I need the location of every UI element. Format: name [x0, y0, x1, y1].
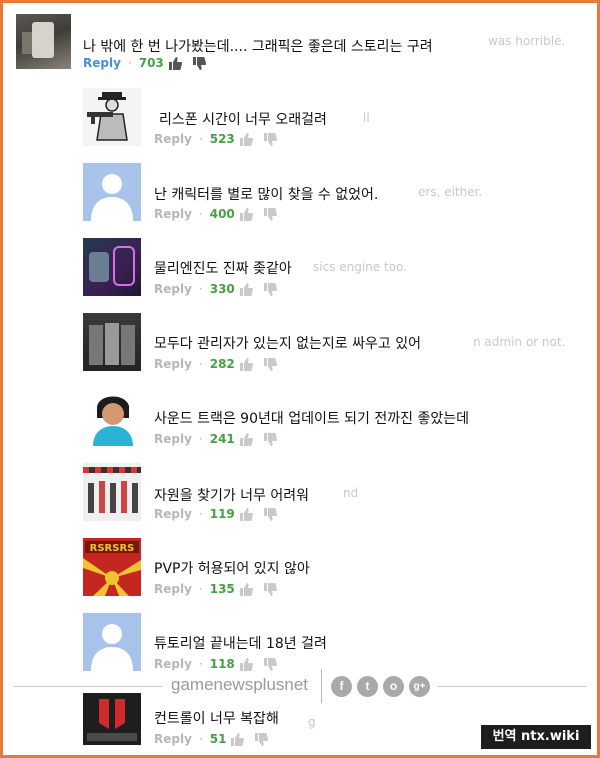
- site-watermark: gamenewsplusnet f t o g+: [3, 667, 597, 707]
- reply-button[interactable]: Reply: [154, 207, 192, 221]
- reply-button[interactable]: Reply: [154, 132, 192, 146]
- comment-actions: Reply · 282: [154, 356, 277, 372]
- thumbs-down-icon[interactable]: [263, 282, 277, 296]
- facebook-icon[interactable]: f: [331, 676, 352, 697]
- comment-actions: Reply · 330: [154, 281, 277, 297]
- separator-dot: ·: [198, 207, 203, 221]
- like-count: 330: [209, 282, 235, 296]
- reply-button[interactable]: Reply: [154, 357, 192, 371]
- like-count: 523: [209, 132, 235, 146]
- comment-text: PVP가 허용되어 있지 않아: [154, 561, 310, 577]
- cartoon-girl-drawing: [93, 396, 133, 446]
- reply-button[interactable]: Reply: [154, 282, 192, 296]
- thumbs-down-icon[interactable]: [263, 432, 277, 446]
- comment-text: 사운드 트랙은 90년대 업데이트 되기 전까진 좋았는데: [154, 411, 469, 427]
- watermark-divider: [321, 669, 322, 703]
- soldiers-avatar[interactable]: [83, 313, 141, 371]
- google-plus-icon[interactable]: g+: [409, 676, 430, 697]
- person-silhouette-icon: [91, 174, 133, 221]
- instagram-icon[interactable]: o: [383, 676, 404, 697]
- rsrsrs-flag-avatar[interactable]: RSRSRS: [83, 538, 141, 596]
- thumbs-up-icon[interactable]: [230, 732, 245, 746]
- watermark-site-name: gamenewsplusnet: [171, 675, 309, 694]
- comment-actions: Reply · 523: [154, 131, 277, 147]
- comment-text: 난 캐릭터를 별로 많이 찾을 수 없었어.: [154, 187, 379, 203]
- gangster-sketch-drawing: [87, 92, 128, 141]
- comment-text: 자원을 찾기가 너무 어려워: [154, 488, 310, 504]
- separator-dot: ·: [127, 56, 132, 70]
- neon-characters-avatar[interactable]: [83, 238, 141, 296]
- comment-text: 컨트롤이 너무 복잡해: [154, 711, 279, 727]
- reply-button[interactable]: Reply: [154, 732, 192, 746]
- comment-actions: Reply · 51: [154, 731, 269, 747]
- twitter-icon[interactable]: t: [357, 676, 378, 697]
- reply-button[interactable]: Reply: [154, 432, 192, 446]
- faded-original-text: n admin or not.: [473, 335, 566, 349]
- person-silhouette-icon: [91, 624, 133, 671]
- translation-credit-badge: 번역 ntx.wiki: [481, 725, 591, 749]
- thumbs-down-icon[interactable]: [263, 357, 277, 371]
- reply-button[interactable]: Reply: [154, 507, 192, 521]
- reply-button[interactable]: Reply: [154, 582, 192, 596]
- like-count: 135: [209, 582, 235, 596]
- thumbs-up-icon[interactable]: [239, 132, 253, 146]
- like-count: 400: [209, 207, 235, 221]
- faded-original-text: g: [308, 715, 316, 729]
- comment-actions: Reply · 119: [154, 506, 277, 522]
- comment-text: 리스폰 시간이 너무 오래걸려: [159, 112, 327, 128]
- dancers-avatar[interactable]: [83, 463, 141, 521]
- thumbs-down-icon[interactable]: [263, 132, 277, 146]
- default-person-avatar[interactable]: [83, 613, 141, 671]
- like-count: 51: [209, 732, 227, 746]
- like-count: 241: [209, 432, 235, 446]
- like-count: 703: [138, 56, 164, 70]
- game-screenshot-avatar[interactable]: [16, 14, 71, 69]
- thumbs-up-icon[interactable]: [239, 582, 253, 596]
- faded-original-text: ll: [363, 111, 370, 125]
- separator-dot: ·: [198, 732, 203, 746]
- separator-dot: ·: [198, 582, 203, 596]
- thumbs-up-icon[interactable]: [239, 432, 253, 446]
- separator-dot: ·: [198, 282, 203, 296]
- comment-text: 모두다 관리자가 있는지 없는지로 싸우고 있어: [154, 336, 421, 352]
- sunburst-flag-drawing: RSRSRS: [83, 541, 141, 596]
- separator-dot: ·: [198, 357, 203, 371]
- gangster-sketch-avatar[interactable]: [83, 88, 141, 146]
- faded-original-text: nd: [343, 486, 359, 500]
- comment-actions: Reply · 135: [154, 581, 277, 597]
- comment-actions: Reply · 241: [154, 431, 277, 447]
- default-person-avatar[interactable]: [83, 163, 141, 221]
- watermark-line-left: [13, 686, 163, 687]
- svg-text:RSRSRS: RSRSRS: [90, 543, 135, 554]
- like-count: 119: [209, 507, 235, 521]
- faded-original-text: ers, either.: [418, 185, 483, 199]
- thumbs-up-icon[interactable]: [239, 507, 253, 521]
- cartoon-girl-avatar[interactable]: [83, 388, 141, 446]
- thumbs-down-icon[interactable]: [263, 507, 277, 521]
- thumbs-down-icon[interactable]: [254, 732, 269, 746]
- thumbs-down-icon[interactable]: [263, 207, 277, 221]
- comment-text: 물리엔진도 진짜 좆같아: [154, 261, 292, 277]
- comment-text: 튜토리얼 끝내는데 18년 걸려: [154, 636, 327, 652]
- watermark-line-right: [437, 686, 587, 687]
- thumbs-up-icon[interactable]: [239, 357, 253, 371]
- separator-dot: ·: [198, 132, 203, 146]
- thumbs-down-icon[interactable]: [192, 56, 206, 70]
- thumbs-up-icon[interactable]: [239, 282, 253, 296]
- separator-dot: ·: [198, 432, 203, 446]
- reply-button[interactable]: Reply: [83, 56, 121, 70]
- screenshot-frame: was horrible. 나 밖에 한 번 나가봤는데.... 그래픽은 좋은…: [0, 0, 600, 758]
- thumbs-down-icon[interactable]: [263, 582, 277, 596]
- thumbs-up-icon[interactable]: [168, 56, 182, 70]
- comment-actions: Reply · 400: [154, 206, 277, 222]
- faded-original-text: sics engine too.: [313, 260, 407, 274]
- comment-text: 나 밖에 한 번 나가봤는데.... 그래픽은 좋은데 스토리는 구려: [83, 39, 433, 55]
- separator-dot: ·: [198, 507, 203, 521]
- comment-actions: Reply · 703: [83, 55, 206, 71]
- thumbs-up-icon[interactable]: [239, 207, 253, 221]
- faded-original-text: was horrible.: [488, 34, 566, 48]
- like-count: 282: [209, 357, 235, 371]
